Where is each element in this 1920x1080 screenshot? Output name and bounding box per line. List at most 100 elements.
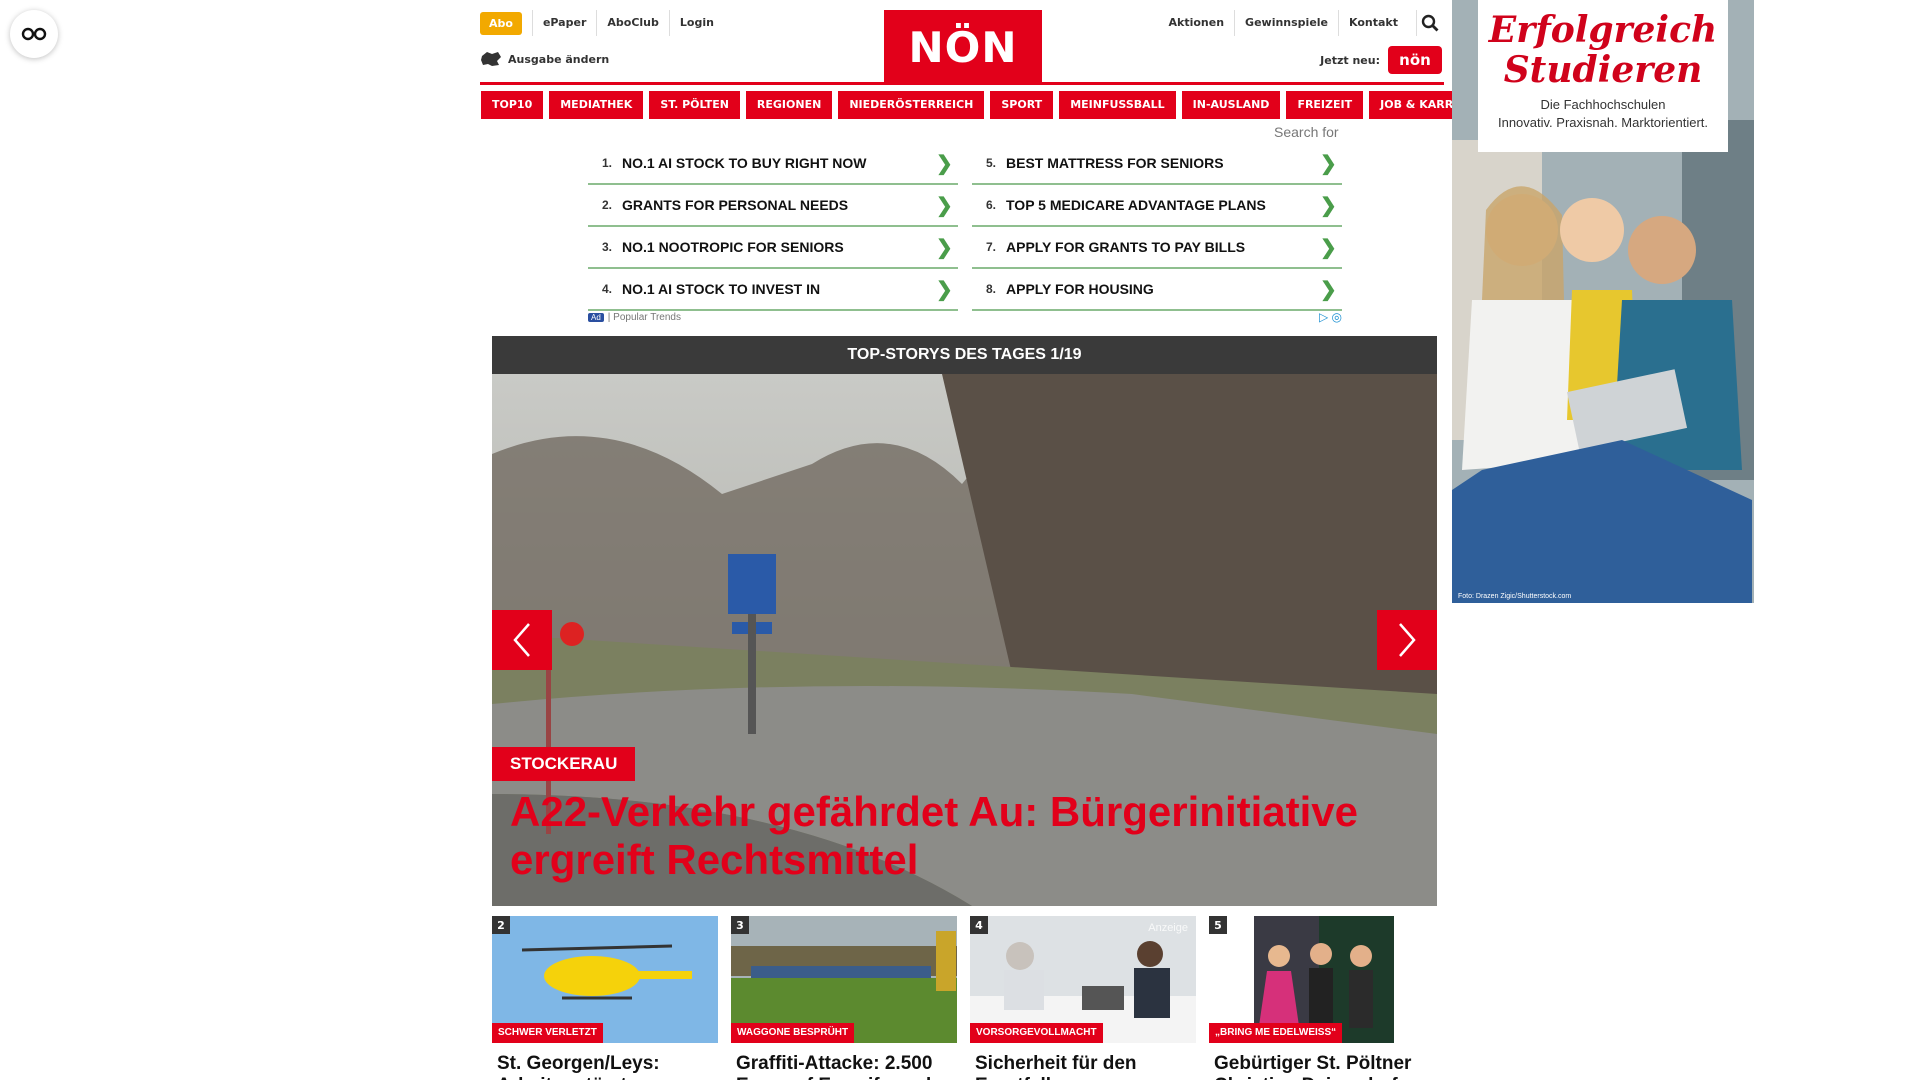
ad-link-number: 3. — [601, 240, 612, 254]
slide-headline[interactable]: A22-Verkehr gefährdet Au: Bürgerinitiati… — [510, 788, 1420, 884]
chevron-right-icon: ❯ — [1320, 236, 1337, 259]
ad-link-number: 7. — [985, 240, 996, 254]
abo-button[interactable]: Abo — [480, 11, 522, 35]
chevron-right-icon: ❯ — [936, 278, 953, 301]
chevron-right-icon: ❯ — [936, 236, 953, 259]
teaser-tag: WAGGONE BESPRÜHT — [731, 1023, 855, 1043]
header-divider — [480, 82, 1444, 85]
ad-link-number: 6. — [985, 198, 996, 212]
slide-category-tag[interactable]: STOCKERAU — [492, 747, 636, 781]
ad-link[interactable]: 5. BEST MATTRESS FOR SENIORS ❯ — [972, 143, 1342, 185]
aktionen-link[interactable]: Aktionen — [1159, 10, 1235, 36]
ad-link-text: APPLY FOR HOUSING — [1006, 281, 1154, 297]
slider-next-button[interactable] — [1377, 610, 1437, 670]
ad-link[interactable]: 3. NO.1 NOOTROPIC FOR SENIORS ❯ — [588, 227, 958, 269]
adchoices-icon[interactable]: ▷ ◎ — [1319, 310, 1342, 324]
login-link[interactable]: Login — [668, 10, 724, 36]
ad-link[interactable]: 8. APPLY FOR HOUSING ❯ — [972, 269, 1342, 311]
jetzt-neu-label: Jetzt neu: — [1320, 53, 1380, 67]
ad-footer: Ad | Popular Trends ▷ ◎ — [588, 310, 1342, 324]
ad-link-text: NO.1 AI STOCK TO BUY RIGHT NOW — [622, 155, 867, 171]
ad-link-number: 1. — [601, 156, 612, 170]
header-right-links: Aktionen Gewinnspiele Kontakt — [1159, 10, 1443, 36]
ad-line-2: Innovativ. Praxisnah. Marktorientiert. — [1497, 115, 1708, 130]
ausgabe-label: Ausgabe ändern — [508, 52, 610, 66]
chevron-left-icon — [513, 623, 530, 657]
ad-link-number: 2. — [601, 198, 612, 212]
search-icon — [1421, 14, 1438, 32]
teaser-image: 2 SCHWER VERLETZT — [492, 916, 718, 1043]
ad-link[interactable]: 6. TOP 5 MEDICARE ADVANTAGE PLANS ❯ — [972, 185, 1342, 227]
reader-mode-button[interactable] — [10, 10, 58, 58]
nav-item-mediathek[interactable]: MEDIATHEK — [549, 91, 644, 119]
ad-footer-text: | Popular Trends — [607, 311, 681, 323]
noen-logo[interactable]: NÖN — [884, 10, 1042, 84]
teaser-rank: 5 — [1209, 916, 1227, 934]
ad-links-right: 5. BEST MATTRESS FOR SENIORS ❯ 6. TOP 5 MED… — [972, 143, 1342, 311]
search-for-label: Search for — [1274, 124, 1339, 140]
ad-text-card: Erfolgreich Studieren Die Fachhochschule… — [1478, 0, 1728, 152]
nav-item-freizeit[interactable]: FREIZEIT — [1286, 91, 1364, 119]
ad-link[interactable]: 4. NO.1 AI STOCK TO INVEST IN ❯ — [588, 269, 958, 311]
nav-item-meinfussball[interactable]: MEINFUSSBALL — [1059, 91, 1176, 119]
teaser-rank: 3 — [731, 916, 749, 934]
ausgabe-aendern-link[interactable]: Ausgabe ändern — [480, 50, 609, 68]
teaser-title[interactable]: Gebürtiger St. Pöltner Christian Deix sc… — [1209, 1053, 1435, 1080]
search-button[interactable] — [1416, 10, 1442, 36]
nav-item-niederoesterreich[interactable]: NIEDERÖSTERREICH — [838, 91, 985, 119]
ad-link-text: TOP 5 MEDICARE ADVANTAGE PLANS — [1006, 197, 1266, 213]
chevron-right-icon: ❯ — [1320, 278, 1337, 301]
chevron-right-icon — [1399, 623, 1416, 657]
glasses-icon — [21, 27, 47, 41]
chevron-right-icon: ❯ — [1320, 194, 1337, 217]
top-stories-heading: TOP-STORYS DES TAGES 1/19 — [492, 336, 1437, 374]
teaser-card[interactable]: 2 SCHWER VERLETZT St. Georgen/Leys: Arbe… — [492, 916, 718, 1080]
ad-badge: Ad — [588, 312, 604, 322]
chevron-right-icon: ❯ — [936, 152, 953, 175]
aboclub-link[interactable]: AboClub — [596, 10, 669, 36]
ad-link[interactable]: 2. GRANTS FOR PERSONAL NEEDS ❯ — [588, 185, 958, 227]
nav-item-sport[interactable]: SPORT — [990, 91, 1054, 119]
teaser-tag: „BRING ME EDELWEISS“ — [1209, 1023, 1343, 1043]
slider-prev-button[interactable] — [492, 610, 552, 670]
app-badge[interactable]: nön — [1388, 46, 1442, 74]
teaser-title[interactable]: St. Georgen/Leys: Arbeiter stürzte von — [492, 1053, 718, 1080]
map-region-icon — [481, 52, 501, 66]
ad-link[interactable]: 1. NO.1 AI STOCK TO BUY RIGHT NOW ❯ — [588, 143, 958, 185]
teaser-card[interactable]: 5 „BRING ME EDELWEISS“ Gebürtiger St. Pö… — [1209, 916, 1435, 1080]
side-advertisement[interactable]: Erfolgreich Studieren Die Fachhochschule… — [1452, 0, 1754, 603]
epaper-link[interactable]: ePaper — [531, 10, 596, 36]
chevron-right-icon: ❯ — [1320, 152, 1337, 175]
header-left-links: Abo ePaper AboClub Login — [480, 10, 724, 36]
teaser-title[interactable]: Graffiti-Attacke: 2.500 Euro auf Ergreif… — [731, 1053, 957, 1080]
chevron-right-icon: ❯ — [936, 194, 953, 217]
ad-link[interactable]: 7. APPLY FOR GRANTS TO PAY BILLS ❯ — [972, 227, 1342, 269]
teaser-card[interactable]: 4 Anzeige VORSORGEVOLLMACHT Sicherheit f… — [970, 916, 1196, 1080]
ad-link-text: GRANTS FOR PERSONAL NEEDS — [622, 197, 849, 213]
teaser-tag: VORSORGEVOLLMACHT — [970, 1023, 1103, 1043]
ad-photo-credit: Foto: Drazen Zigic/Shutterstock.com — [1458, 593, 1572, 600]
ad-link-text: NO.1 AI STOCK TO INVEST IN — [622, 281, 821, 297]
gewinnspiele-link[interactable]: Gewinnspiele — [1234, 10, 1338, 36]
ad-links-left: 1. NO.1 AI STOCK TO BUY RIGHT NOW ❯ 2. GRAN… — [588, 143, 958, 311]
teaser-rank: 4 — [970, 916, 988, 934]
ad-link-text: NO.1 NOOTROPIC FOR SENIORS — [622, 239, 844, 255]
nav-item-top10[interactable]: TOP10 — [481, 91, 544, 119]
anzeige-label: Anzeige — [1148, 922, 1188, 934]
kontakt-link[interactable]: Kontakt — [1338, 10, 1408, 36]
teaser-image: 3 WAGGONE BESPRÜHT — [731, 916, 957, 1043]
ad-link-number: 8. — [985, 282, 996, 296]
ad-link-text: APPLY FOR GRANTS TO PAY BILLS — [1006, 239, 1246, 255]
ad-link-text: BEST MATTRESS FOR SENIORS — [1006, 155, 1224, 171]
teaser-image: 4 Anzeige VORSORGEVOLLMACHT — [970, 916, 1196, 1043]
teaser-title[interactable]: Sicherheit für den Ernstfall — [970, 1053, 1196, 1080]
teaser-tag: SCHWER VERLETZT — [492, 1023, 603, 1043]
teaser-rank: 2 — [492, 916, 510, 934]
nav-item-in-ausland[interactable]: IN-AUSLAND — [1181, 91, 1281, 119]
main-nav: TOP10 MEDIATHEK ST. PÖLTEN REGIONEN NIED… — [481, 91, 1492, 119]
nav-item-st-poelten[interactable]: ST. PÖLTEN — [649, 91, 740, 119]
jetzt-neu: Jetzt neu: nön — [1320, 46, 1442, 74]
teaser-card[interactable]: 3 WAGGONE BESPRÜHT Graffiti-Attacke: 2.5… — [731, 916, 957, 1080]
ad-link-number: 4. — [601, 282, 612, 296]
nav-item-regionen[interactable]: REGIONEN — [745, 91, 833, 119]
